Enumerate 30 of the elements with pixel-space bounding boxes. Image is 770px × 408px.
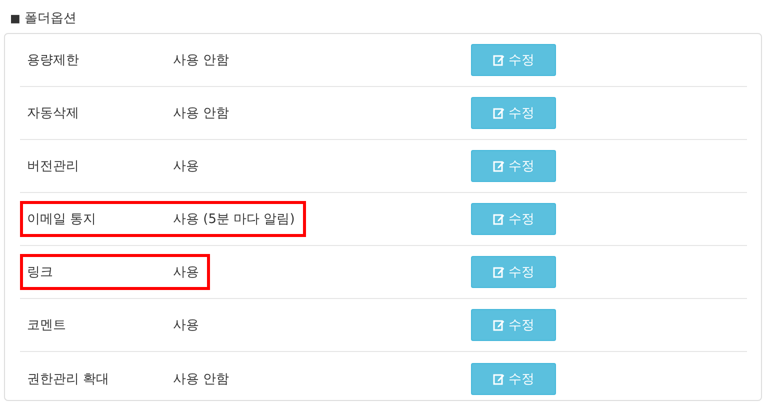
option-label: 이메일 통지: [27, 211, 98, 228]
edit-icon: [492, 160, 504, 172]
edit-button[interactable]: 수정: [471, 203, 556, 235]
option-value: 사용: [173, 317, 199, 334]
option-label: 자동삭제: [27, 105, 80, 122]
option-label: 코멘트: [27, 317, 67, 334]
option-label: 용량제한: [27, 52, 80, 69]
option-value: 사용 (5분 마다 알림): [173, 211, 295, 228]
edit-button[interactable]: 수정: [471, 44, 556, 76]
option-value: 사용: [173, 158, 199, 175]
edit-icon: [492, 372, 504, 384]
edit-button[interactable]: 수정: [471, 150, 556, 182]
edit-icon: [492, 319, 504, 331]
edit-button[interactable]: 수정: [471, 309, 556, 341]
option-label: 링크: [27, 264, 54, 281]
option-value: 사용 안함: [173, 105, 230, 122]
edit-button[interactable]: 수정: [471, 97, 556, 129]
edit-icon: [492, 54, 504, 66]
edit-icon: [492, 266, 504, 278]
option-label: 버전관리: [27, 158, 80, 175]
edit-icon: [492, 213, 504, 225]
section-title: 폴더옵션: [24, 10, 76, 27]
option-value: 사용 안함: [173, 52, 230, 69]
option-value: 사용: [173, 264, 199, 281]
section-bullet: ■: [10, 12, 20, 24]
option-label: 권한관리 확대: [27, 370, 110, 388]
edit-button[interactable]: 수정: [471, 256, 556, 288]
edit-button[interactable]: 수정: [471, 362, 556, 394]
edit-icon: [492, 107, 504, 119]
option-value: 사용 안함: [173, 370, 230, 388]
